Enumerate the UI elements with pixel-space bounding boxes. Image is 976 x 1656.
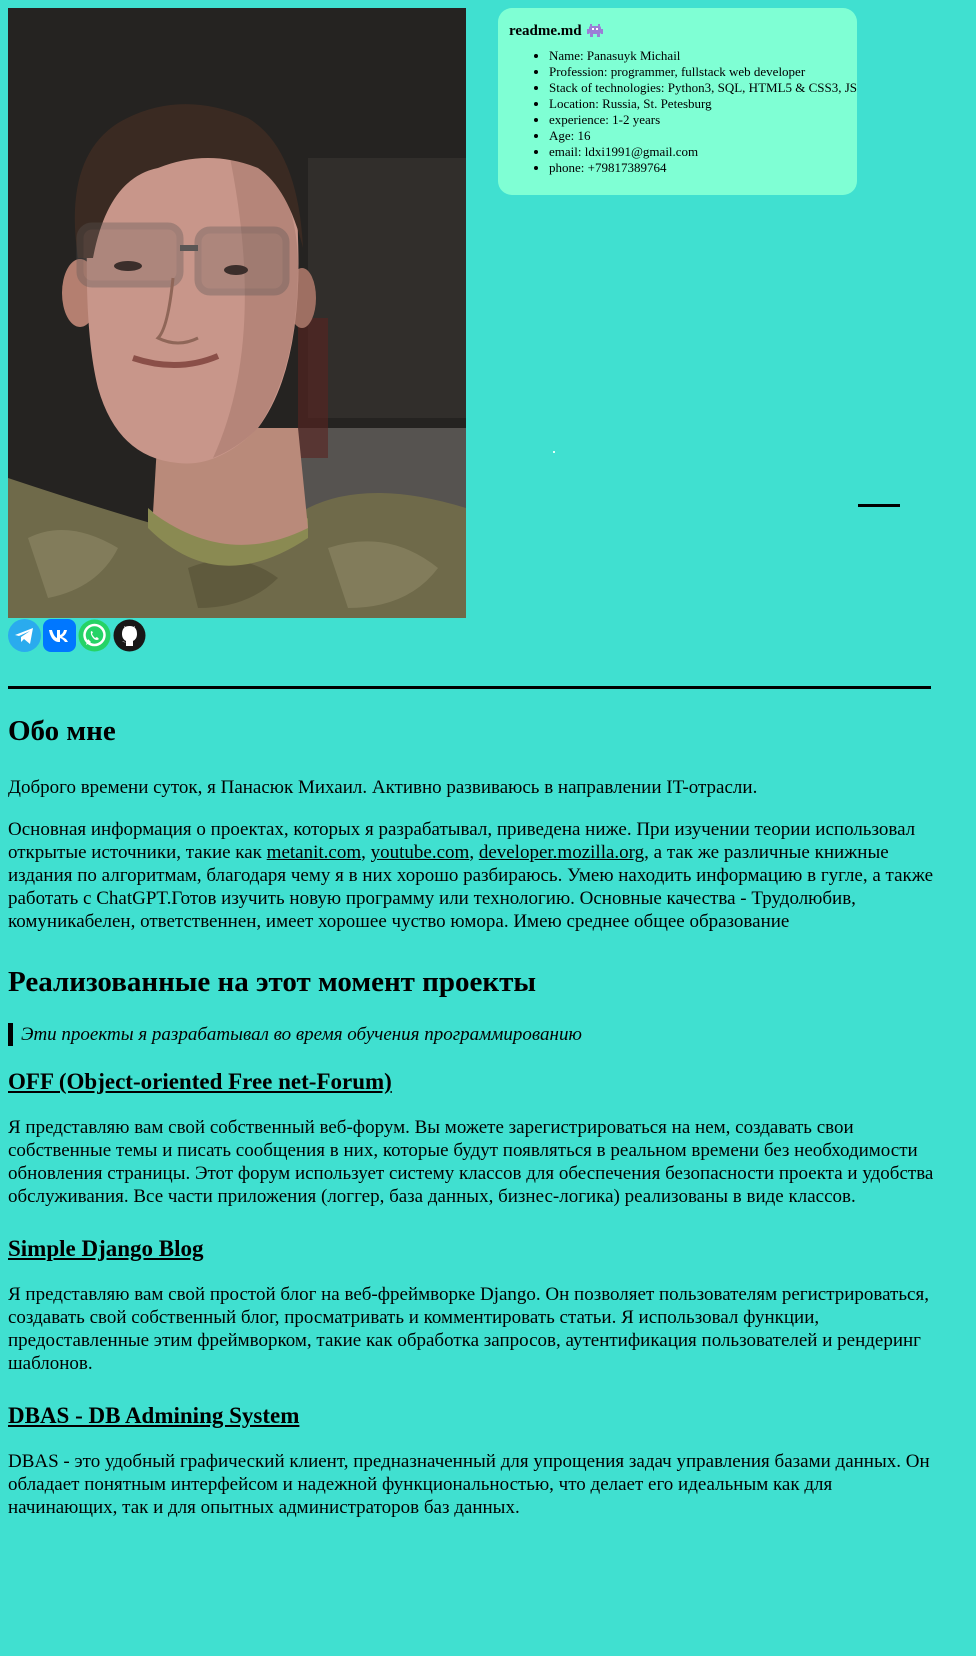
- github-icon[interactable]: [113, 619, 146, 652]
- about-heading: Обо мне: [8, 715, 116, 747]
- short-divider: [858, 504, 900, 507]
- link-separator: ,: [361, 842, 371, 863]
- telegram-icon[interactable]: [8, 619, 41, 652]
- readme-title: readme.md: [509, 22, 582, 39]
- readme-item-profession: Profession: programmer, fullstack web de…: [549, 64, 857, 80]
- alien-monster-icon: [586, 24, 603, 37]
- readme-item-name: Name: Panasuyk Michail: [549, 48, 857, 64]
- readme-item-phone: phone: +79817389764: [549, 160, 857, 176]
- youtube-link[interactable]: youtube.com: [371, 842, 470, 863]
- readme-item-location: Location: Russia, St. Petesburg: [549, 96, 857, 112]
- profile-photo: [8, 8, 466, 618]
- project-link-dbas[interactable]: DBAS - DB Admining System: [8, 1403, 299, 1428]
- project-link-django-blog[interactable]: Simple Django Blog: [8, 1236, 204, 1261]
- horizontal-rule: [8, 686, 931, 689]
- mozilla-link[interactable]: developer.mozilla.org: [479, 842, 644, 863]
- link-separator: ,: [469, 842, 479, 863]
- main-content: Обо мне Доброго времени суток, я Панасюк…: [8, 712, 938, 1546]
- readme-list: Name: Panasuyk Michail Profession: progr…: [509, 48, 857, 176]
- about-intro: Доброго времени суток, я Панасюк Михаил.…: [8, 777, 758, 798]
- project-description-dbas: DBAS - это удобный графический клиент, п…: [8, 1451, 930, 1518]
- metanit-link[interactable]: metanit.com: [267, 842, 361, 863]
- whatsapp-icon[interactable]: [78, 619, 111, 652]
- readme-item-experience: experience: 1-2 years: [549, 112, 857, 128]
- readme-title-row: readme.md: [509, 22, 857, 40]
- project-title-django-blog: Simple Django Blog: [8, 1235, 938, 1263]
- readme-item-email: email: ldxi1991@gmail.com: [549, 144, 857, 160]
- project-title-dbas: DBAS - DB Admining System: [8, 1402, 938, 1430]
- stray-dot: [553, 451, 555, 453]
- project-title-off: OFF (Object-oriented Free net-Forum): [8, 1068, 938, 1096]
- projects-quote: Эти проекты я разрабатывал во время обуч…: [8, 1023, 938, 1046]
- projects-heading: Реализованные на этот момент проекты: [8, 966, 536, 998]
- readme-card: readme.md Name: Panasuyk Michail Profess…: [498, 8, 857, 195]
- project-description-django-blog: Я представляю вам свой простой блог на в…: [8, 1284, 929, 1374]
- about-description: Основная информация о проектах, которых …: [8, 818, 938, 933]
- readme-item-stack: Stack of technologies: Python3, SQL, HTM…: [549, 80, 857, 96]
- vk-icon[interactable]: [43, 619, 76, 652]
- social-links: [8, 619, 146, 652]
- portrait-illustration: [8, 8, 466, 618]
- project-link-off[interactable]: OFF (Object-oriented Free net-Forum): [8, 1069, 392, 1094]
- readme-item-age: Age: 16: [549, 128, 857, 144]
- project-description-off: Я представляю вам свой собственный веб-ф…: [8, 1117, 934, 1207]
